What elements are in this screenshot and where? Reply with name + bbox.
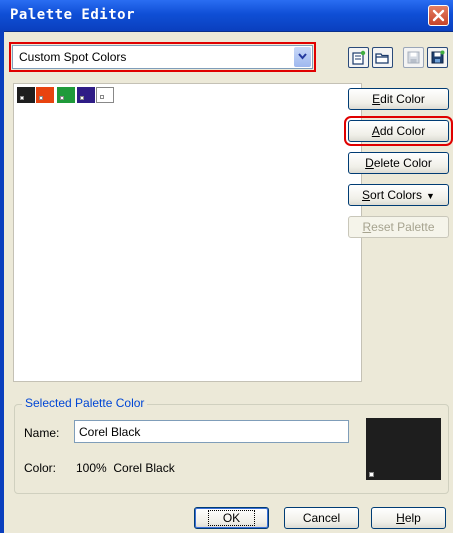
new-palette-icon — [352, 50, 366, 65]
palette-dropdown-value: Custom Spot Colors — [19, 50, 127, 64]
dropdown-arrow-button[interactable] — [294, 47, 311, 67]
palette-swatch-area[interactable] — [13, 83, 362, 382]
add-color-button[interactable]: Add Color — [344, 116, 453, 146]
new-palette-button[interactable] — [348, 47, 369, 68]
swatch-marker — [39, 96, 43, 100]
reset-palette-button[interactable]: Reset Palette — [348, 216, 449, 238]
color-value: 100% Corel Black — [76, 461, 175, 475]
color-label: Color: — [24, 461, 57, 475]
delete-color-button[interactable]: Delete Color — [348, 152, 449, 174]
palette-dropdown[interactable]: Custom Spot Colors — [9, 42, 316, 72]
help-button[interactable]: Help — [371, 507, 446, 529]
ok-label: OK — [207, 510, 256, 526]
palette-editor-window: Palette Editor Custom Spot Colors Edit C… — [0, 0, 453, 533]
preview-marker — [369, 472, 374, 477]
window-border — [0, 31, 4, 533]
save-palette-button[interactable] — [403, 47, 424, 68]
edit-color-mnemonic: E — [372, 92, 381, 106]
add-color-mnemonic: A — [371, 124, 380, 138]
window-title: Palette Editor — [10, 7, 136, 23]
swatch-corel-black[interactable] — [17, 87, 35, 103]
swatch-marker — [100, 95, 104, 99]
group-title: Selected Palette Color — [22, 396, 148, 410]
reset-palette-label: eset Palette — [371, 220, 435, 234]
edit-color-button[interactable]: Edit Color — [348, 88, 449, 110]
color-name-field[interactable] — [74, 420, 349, 443]
open-palette-icon — [375, 53, 389, 64]
save-as-palette-icon — [431, 50, 445, 64]
swatch-green[interactable] — [57, 87, 75, 103]
swatch-orange[interactable] — [36, 87, 54, 103]
close-icon — [432, 9, 445, 22]
reset-palette-mnemonic: R — [362, 220, 372, 234]
dropdown-caret-icon: ▼ — [426, 191, 435, 201]
save-as-palette-button[interactable] — [427, 47, 448, 68]
chevron-down-icon — [298, 53, 307, 60]
delete-color-mnemonic: D — [365, 156, 374, 170]
swatch-marker — [80, 96, 84, 100]
sort-colors-label: ort Colors — [370, 188, 423, 202]
sort-colors-mnemonic: S — [362, 188, 371, 202]
open-palette-button[interactable] — [372, 47, 393, 68]
cancel-label: Cancel — [302, 511, 341, 525]
add-color-label: dd Color — [379, 124, 426, 138]
close-button[interactable] — [428, 5, 449, 26]
name-label: Name: — [24, 426, 60, 440]
swatch-marker — [60, 96, 64, 100]
selected-swatch-marker — [20, 96, 24, 100]
sort-colors-button[interactable]: Sort Colors ▼ — [348, 184, 449, 206]
save-palette-icon — [407, 51, 420, 64]
ok-button[interactable]: OK — [194, 507, 269, 529]
cancel-button[interactable]: Cancel — [284, 507, 359, 529]
swatch-purple[interactable] — [77, 87, 95, 103]
delete-color-label: elete Color — [373, 156, 432, 170]
title-bar[interactable]: Palette Editor — [0, 0, 453, 32]
edit-color-label: dit Color — [380, 92, 425, 106]
color-preview — [366, 418, 441, 480]
help-label: elp — [404, 511, 421, 525]
help-mnemonic: H — [396, 511, 405, 525]
swatch-white[interactable] — [96, 87, 114, 103]
